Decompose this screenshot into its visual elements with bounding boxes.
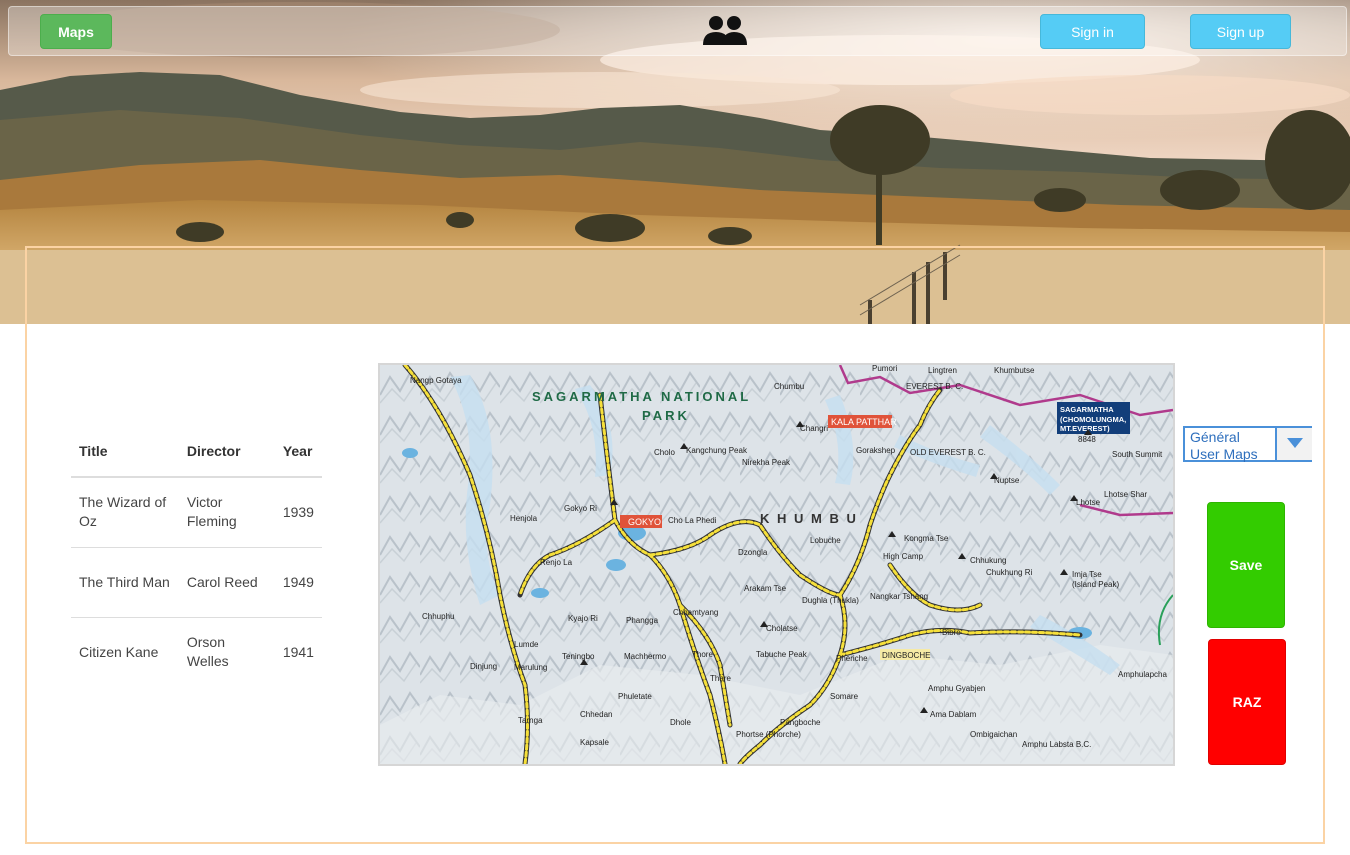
reset-button[interactable]: RAZ [1208, 639, 1286, 765]
films-table: Title Director Year The Wizard of Oz Vic… [71, 430, 322, 687]
map-label: Gorakshep [856, 446, 896, 455]
top-navbar [8, 6, 1347, 56]
users-icon[interactable] [702, 15, 748, 45]
map-label-gokyo: GOKYO [628, 517, 661, 527]
map-label: Gokyo Ri [564, 504, 597, 513]
map-label: Phortse (Phorche) [736, 730, 801, 739]
map-label: DINGBOCHE [882, 651, 930, 660]
map-label: Cholatse [766, 624, 798, 633]
map-label: Tarnga [518, 716, 543, 725]
map-label: Imja Tse [1072, 570, 1102, 579]
map-label: Chhedan [580, 710, 612, 719]
map-label: Somare [830, 692, 859, 701]
select-toggle[interactable] [1275, 428, 1312, 460]
map-label: Kongma Tse [904, 534, 949, 543]
map-label: Dzongla [738, 548, 768, 557]
map-label: High Camp [883, 552, 924, 561]
map-label: Phuletate [618, 692, 652, 701]
map-label: OLD EVEREST B. C. [910, 448, 986, 457]
map-label: Renjo La [540, 558, 573, 567]
map-label: Nangp Gotaya [410, 376, 462, 385]
map-label: Lobuche [810, 536, 841, 545]
map-label: Lhotse Shar [1104, 490, 1147, 499]
cell-director: Orson Welles [178, 616, 275, 687]
map-label: Phangga [626, 616, 659, 625]
cell-title: The Third Man [71, 546, 179, 617]
map-label: Bibre [942, 628, 961, 637]
cell-year: 1949 [274, 546, 322, 617]
map-label: Tabuche Peak [756, 650, 808, 659]
map-label: Dhole [670, 718, 691, 727]
map-label: Marulung [514, 663, 547, 672]
map-label: Changri [800, 424, 828, 433]
map-label-khumbu: K H U M B U [760, 511, 858, 526]
map-type-select[interactable]: Général User Maps [1183, 426, 1312, 462]
map-label: Dughla (Thukla) [802, 596, 859, 605]
map-label: Cholo [654, 448, 675, 457]
map-label-everest3: MT.EVEREST) [1060, 424, 1110, 433]
maps-button[interactable]: Maps [40, 14, 112, 49]
select-option-user-maps[interactable]: User Maps [1190, 446, 1258, 462]
table-row: Citizen Kane Orson Welles 1941 [71, 616, 322, 687]
table-row: The Wizard of Oz Victor Fleming 1939 [71, 477, 322, 547]
map-label: Chukhung Ri [986, 568, 1032, 577]
map-label: Amphulapcha [1118, 670, 1167, 679]
map-label: EVEREST B. C. [906, 382, 963, 391]
cell-director: Carol Reed [178, 546, 275, 617]
map-label: Pangboche [780, 718, 821, 727]
map-label-everest-height: 8848 [1078, 435, 1096, 444]
map-label: Chumbu [774, 382, 804, 391]
cell-year: 1939 [282, 503, 314, 520]
map-label-everest: SAGARMATHA [1060, 405, 1114, 414]
map-label: Chhamtyang [673, 608, 718, 617]
cell-title: Citizen Kane [71, 616, 179, 687]
map-label: Machhermo [624, 652, 667, 661]
map-label: Lumde [514, 640, 539, 649]
map-label: Nangkar Tshang [870, 592, 928, 601]
map-label: Lingtren [928, 366, 957, 375]
map-label: Ama Dablam [930, 710, 977, 719]
map-label: (Island Peak) [1072, 580, 1119, 589]
table-row: The Third Man Carol Reed 1949 [71, 546, 322, 617]
map-label: Khumbutse [994, 366, 1035, 375]
map-label: Teningbo [562, 652, 595, 661]
map-label: Arakam Tse [744, 584, 787, 593]
cell-director: Victor Fleming [186, 494, 237, 530]
map-label: Nuptse [994, 476, 1020, 485]
map-label: Lhotse [1076, 498, 1101, 507]
map-label-everest2: (CHOMOLUNGMA, [1060, 415, 1126, 424]
column-header-title: Title [71, 430, 179, 478]
map-label: Kapsale [580, 738, 609, 747]
map-label: Pumori [872, 365, 898, 373]
map-label: Pheriche [836, 654, 868, 663]
map-label: Chhuphu [422, 612, 454, 621]
map-label: Nirekha Peak [742, 458, 791, 467]
map-label: Amphu Gyabjen [928, 684, 985, 693]
table-header-row: Title Director Year [71, 430, 322, 478]
map-label-kala-patthar: KALA PATTHAR [831, 417, 897, 427]
map-label: Thore [692, 650, 713, 659]
map-label-park2: PARK [642, 408, 690, 423]
column-header-year: Year [274, 430, 322, 478]
map-label: Ombigaichan [970, 730, 1017, 739]
sign-in-button[interactable]: Sign in [1040, 14, 1145, 49]
trek-map[interactable]: SAGARMATHA NATIONAL PARK K H U M B U KAL… [378, 363, 1175, 766]
column-header-director: Director [178, 430, 275, 478]
cell-year: 1941 [274, 616, 322, 687]
select-option-general[interactable]: Général [1190, 429, 1240, 445]
map-label: Chhukung [970, 556, 1006, 565]
save-button[interactable]: Save [1207, 502, 1285, 628]
map-label: Thare [710, 674, 731, 683]
map-label: Dinjung [470, 662, 497, 671]
map-label: Cho La Phedi [668, 516, 717, 525]
chevron-down-icon [1287, 438, 1303, 448]
map-label-park: SAGARMATHA NATIONAL [532, 389, 751, 404]
map-label: Kyajo Ri [568, 614, 598, 623]
map-label: South Summit [1112, 450, 1163, 459]
sign-up-button[interactable]: Sign up [1190, 14, 1291, 49]
map-label: Kangchung Peak [686, 446, 748, 455]
cell-title: The Wizard of Oz [79, 494, 167, 530]
map-label: Henjola [510, 514, 538, 523]
map-label: Amphu Labsta B.C. [1022, 740, 1091, 749]
